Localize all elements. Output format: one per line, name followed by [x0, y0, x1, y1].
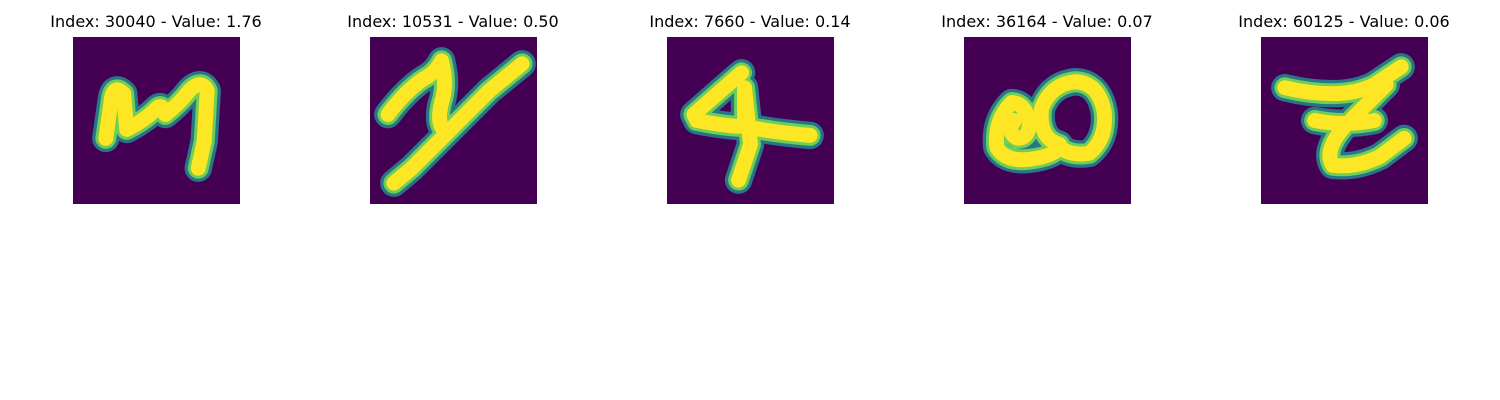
digit-image-2	[370, 37, 537, 204]
image-grid-figure: Index: 30040 - Value: 1.76 Index: 10531 …	[0, 0, 1500, 400]
panel-title-4: Index: 36164 - Value: 0.07	[941, 12, 1153, 31]
sample-panel-4: Index: 36164 - Value: 0.07	[899, 0, 1195, 210]
digit-image-4	[964, 37, 1131, 204]
panel-title-3: Index: 7660 - Value: 0.14	[649, 12, 851, 31]
panel-title-2: Index: 10531 - Value: 0.50	[347, 12, 559, 31]
sample-panel-1: Index: 30040 - Value: 1.76	[8, 0, 304, 210]
sample-panel-2: Index: 10531 - Value: 0.50	[305, 0, 601, 210]
sample-panel-3: Index: 7660 - Value: 0.14	[602, 0, 898, 210]
panel-title-5: Index: 60125 - Value: 0.06	[1238, 12, 1450, 31]
panel-title-1: Index: 30040 - Value: 1.76	[50, 12, 262, 31]
digit-image-3	[667, 37, 834, 204]
digit-image-1	[73, 37, 240, 204]
digit-image-5	[1261, 37, 1428, 204]
sample-panel-5: Index: 60125 - Value: 0.06	[1196, 0, 1492, 210]
